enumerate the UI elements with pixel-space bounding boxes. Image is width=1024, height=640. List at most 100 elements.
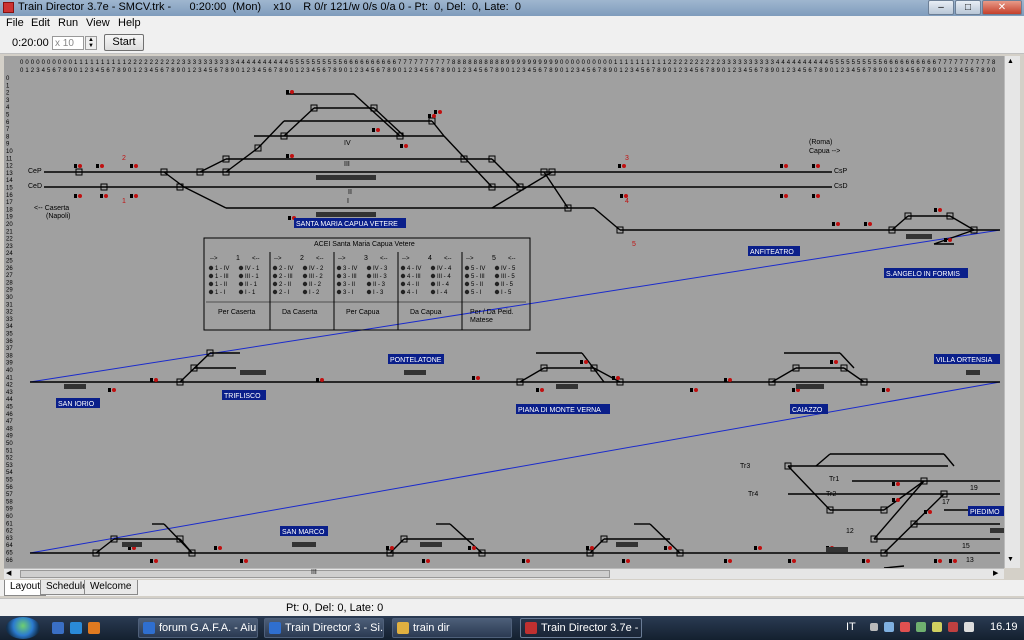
signal-light[interactable]: [426, 559, 430, 563]
scroll-right-icon[interactable]: ▶: [993, 569, 998, 577]
tray-app-icon[interactable]: [948, 622, 958, 632]
signal-light[interactable]: [948, 238, 952, 242]
signal-light[interactable]: [154, 559, 158, 563]
menu-view[interactable]: View: [86, 17, 110, 29]
acei-lever[interactable]: [208, 265, 214, 271]
signal-light[interactable]: [104, 194, 108, 198]
signal-light[interactable]: [896, 498, 900, 502]
layout-canvas[interactable]: 0001020304050607080910111213141516171819…: [4, 56, 1004, 568]
track-layout[interactable]: 0001020304050607080910111213141516171819…: [4, 56, 1004, 568]
acei-lever[interactable]: [302, 281, 308, 287]
signal-light[interactable]: [784, 194, 788, 198]
signal-light[interactable]: [390, 546, 394, 550]
signal-light[interactable]: [218, 546, 222, 550]
signal-light[interactable]: [540, 388, 544, 392]
signal-light[interactable]: [758, 546, 762, 550]
acei-lever[interactable]: [272, 281, 278, 287]
tray-arrow-icon[interactable]: [870, 623, 878, 631]
acei-lever[interactable]: [366, 281, 372, 287]
ie-quicklaunch-icon[interactable]: [70, 622, 82, 634]
acei-columns[interactable]: --> 1 <--1 - IV IV - 11 - III III - 11 - II I…: [206, 252, 526, 330]
signal-light[interactable]: [376, 128, 380, 132]
acei-lever[interactable]: [302, 273, 308, 279]
acei-lever[interactable]: [366, 289, 372, 295]
signal-light[interactable]: [728, 559, 732, 563]
signal-light[interactable]: [938, 559, 942, 563]
acei-lever[interactable]: [494, 265, 500, 271]
signal-light[interactable]: [728, 378, 732, 382]
acei-lever[interactable]: [366, 265, 372, 271]
signal-light[interactable]: [866, 559, 870, 563]
signal-light[interactable]: [928, 510, 932, 514]
speed-input[interactable]: x 10: [52, 36, 84, 50]
signal-light[interactable]: [626, 559, 630, 563]
clock[interactable]: 16.19: [990, 621, 1018, 633]
minimize-button[interactable]: –: [928, 0, 954, 15]
signal-light[interactable]: [836, 222, 840, 226]
tracks-smcv[interactable]: [44, 93, 1000, 245]
tab-welcome[interactable]: Welcome: [84, 580, 138, 595]
close-button[interactable]: ✕: [982, 0, 1022, 15]
signal-light[interactable]: [432, 114, 436, 118]
acei-lever[interactable]: [238, 289, 244, 295]
signal-light[interactable]: [244, 559, 248, 563]
acei-lever[interactable]: [494, 273, 500, 279]
signal-light[interactable]: [290, 154, 294, 158]
signal-light[interactable]: [938, 208, 942, 212]
acei-lever[interactable]: [272, 289, 278, 295]
taskbar-button-folder[interactable]: train dir: [392, 618, 512, 638]
acei-lever[interactable]: [302, 265, 308, 271]
acei-lever[interactable]: [336, 281, 342, 287]
signal-light[interactable]: [868, 222, 872, 226]
acei-lever[interactable]: [400, 273, 406, 279]
signal-light[interactable]: [320, 378, 324, 382]
acei-lever[interactable]: [336, 289, 342, 295]
tray-app-icon[interactable]: [900, 622, 910, 632]
volume-icon[interactable]: [964, 622, 974, 632]
start-button[interactable]: Start: [104, 34, 144, 51]
taskbar-button-forum[interactable]: forum G.A.F.A. - Aiu...: [138, 618, 258, 638]
acei-lever[interactable]: [336, 273, 342, 279]
signal-light[interactable]: [526, 559, 530, 563]
signal-light[interactable]: [584, 360, 588, 364]
signal-light[interactable]: [290, 90, 294, 94]
horizontal-scroll-thumb[interactable]: III: [20, 569, 610, 578]
acei-lever[interactable]: [238, 273, 244, 279]
signal-light[interactable]: [590, 546, 594, 550]
acei-lever[interactable]: [336, 265, 342, 271]
maximize-button[interactable]: □: [955, 0, 981, 15]
signal-light[interactable]: [100, 164, 104, 168]
acei-lever[interactable]: [494, 289, 500, 295]
vertical-scrollbar[interactable]: ▲ ▼: [1004, 56, 1020, 568]
acei-lever[interactable]: [464, 281, 470, 287]
acei-lever[interactable]: [430, 273, 436, 279]
firefox-quicklaunch-icon[interactable]: [88, 622, 100, 634]
acei-lever[interactable]: [464, 265, 470, 271]
tray-app-icon[interactable]: [932, 622, 942, 632]
signal-light[interactable]: [816, 194, 820, 198]
signal-light[interactable]: [784, 164, 788, 168]
spin-down-icon[interactable]: ▼: [88, 43, 94, 49]
signal-light[interactable]: [438, 110, 442, 114]
acei-lever[interactable]: [464, 273, 470, 279]
network-icon[interactable]: [884, 622, 894, 632]
tracks-bottom[interactable]: [30, 453, 1000, 568]
signal-light[interactable]: [896, 482, 900, 486]
acei-lever[interactable]: [430, 265, 436, 271]
menu-edit[interactable]: Edit: [31, 17, 50, 29]
scroll-down-icon[interactable]: ▼: [1007, 556, 1014, 563]
signal-light[interactable]: [834, 360, 838, 364]
menu-run[interactable]: Run: [58, 17, 78, 29]
language-indicator[interactable]: IT: [846, 621, 856, 633]
signal-light[interactable]: [404, 144, 408, 148]
acei-lever[interactable]: [208, 289, 214, 295]
acei-lever[interactable]: [208, 281, 214, 287]
signal-light[interactable]: [472, 546, 476, 550]
menu-file[interactable]: File: [6, 17, 24, 29]
signal-light[interactable]: [134, 164, 138, 168]
acei-lever[interactable]: [238, 281, 244, 287]
acei-lever[interactable]: [366, 273, 372, 279]
signals[interactable]: [74, 90, 957, 563]
taskbar-button-td3-site[interactable]: Train Director 3 - Si...: [264, 618, 384, 638]
acei-lever[interactable]: [208, 273, 214, 279]
